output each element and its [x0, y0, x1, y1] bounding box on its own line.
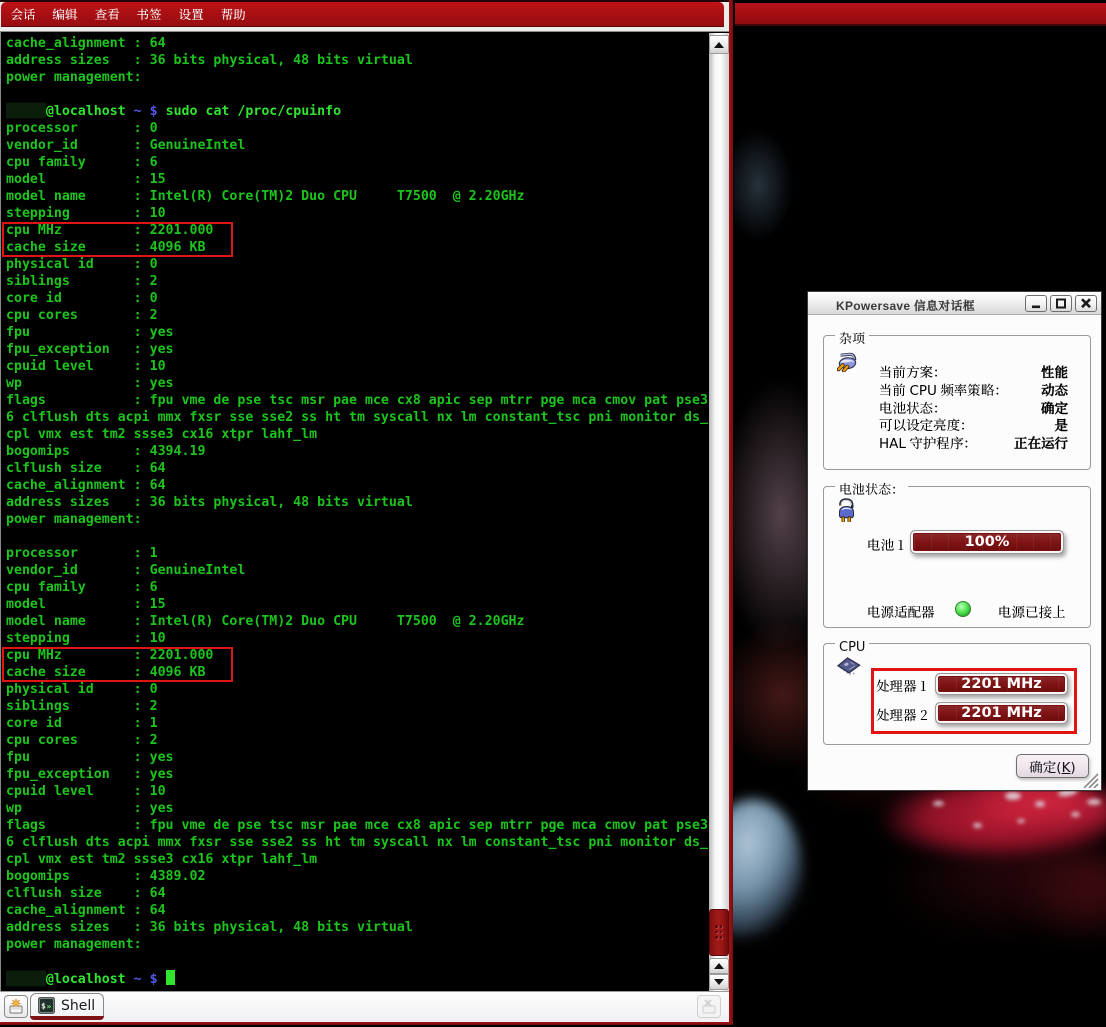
misc-row-label: HAL 守护程序：: [879, 432, 977, 452]
plug-icon: [837, 351, 859, 372]
group-battery-label: 电池状态：: [835, 479, 908, 498]
scrollbar-thumb[interactable]: [709, 909, 729, 956]
maximize-button[interactable]: [1050, 295, 1072, 312]
movie-speckle: [1005, 792, 1021, 800]
battery-percent: 100%: [911, 534, 1063, 550]
battery-1-label: 电池 1: [867, 534, 904, 554]
close-session-button[interactable]: [697, 995, 721, 1018]
new-session-button[interactable]: [4, 995, 28, 1018]
menu-item-3[interactable]: 查看: [86, 5, 128, 23]
close-session-icon: [700, 998, 718, 1016]
menu-item-1[interactable]: 会话: [2, 5, 44, 23]
misc-row-4: 可以设定亮度：是: [879, 415, 1068, 433]
misc-row-value: 正在运行: [1014, 432, 1068, 452]
misc-row-5: HAL 守护程序： 正在运行: [879, 433, 1068, 451]
kpowersave-dialog: KPowersave 信息对话框 杂项: [807, 291, 1102, 791]
movie-speckle: [933, 801, 944, 806]
terminal-tabbar: $ » Shell: [0, 991, 729, 1022]
movie-speckle: [973, 823, 982, 828]
group-misc-label: 杂项: [835, 328, 869, 347]
movie-speckle: [1087, 799, 1101, 805]
terminal-menubar: 会话编辑查看书签设置帮助: [1, 2, 724, 27]
terminal-icon: $ »: [38, 997, 55, 1014]
misc-row-1: 当前方案：性能: [879, 362, 1068, 380]
annotation-box-dialog-cpu: [871, 668, 1077, 734]
ok-button-label: 确定(K): [1029, 756, 1075, 776]
annotation-box-cpu1: [2, 647, 233, 682]
minimize-icon: [1030, 299, 1042, 309]
new-session-icon: [7, 998, 25, 1016]
tab-active-underline: [30, 1016, 104, 1020]
adapter-led-green: [955, 601, 971, 617]
terminal-cursor: [166, 970, 175, 985]
cpu-chip-icon: [837, 657, 861, 676]
tab-shell-label: Shell: [61, 998, 95, 1014]
terminal-output: cache_alignment : 64 address sizes : 36 …: [6, 35, 708, 988]
scroll-up-button-bottom[interactable]: [709, 958, 729, 974]
dialog-body: 杂项 当前方案：性能当前 CPU 频率策略：动态电池状态：确定可以设定亮度：是H…: [808, 316, 1101, 790]
misc-row-2: 当前 CPU 频率策略：动态: [879, 380, 1068, 398]
dialog-titlebar[interactable]: KPowersave 信息对话框: [808, 292, 1101, 315]
background-red-bar: [735, 3, 1106, 26]
movie-fade: [733, 930, 1106, 1027]
group-cpu-label: CPU: [835, 636, 869, 655]
terminal-bottom-border: [0, 1022, 733, 1025]
battery-progressbar: 100%: [910, 530, 1064, 554]
battery-plug-icon: [838, 498, 856, 522]
svg-text:$: $: [41, 1002, 46, 1011]
resize-grip[interactable]: [1082, 773, 1099, 788]
movie-speckle: [1071, 812, 1080, 817]
movie-speckle: [1035, 801, 1045, 807]
menu-item-4[interactable]: 书签: [128, 5, 170, 23]
annotation-box-cpu0: [2, 222, 233, 257]
scroll-down-button[interactable]: [709, 974, 729, 990]
scroll-up-button[interactable]: [709, 35, 729, 54]
svg-text:»: »: [47, 1002, 52, 1011]
tab-shell[interactable]: $ » Shell: [30, 993, 104, 1017]
terminal-right-border: [729, 0, 733, 1025]
maximize-icon: [1055, 298, 1067, 309]
close-icon: [1080, 298, 1092, 309]
ok-button[interactable]: 确定(K): [1016, 754, 1089, 778]
menu-item-6[interactable]: 帮助: [212, 5, 254, 23]
close-button[interactable]: [1075, 295, 1097, 312]
scrollbar-grip-dots: [715, 925, 724, 941]
dialog-title: KPowersave 信息对话框: [836, 297, 975, 314]
menu-item-5[interactable]: 设置: [170, 5, 212, 23]
group-battery: 电池状态： 电池 1 100% 电源适配器 电源已接上: [823, 486, 1091, 628]
misc-row-3: 电池状态：确定: [879, 398, 1068, 416]
menu-item-2[interactable]: 编辑: [44, 5, 86, 23]
minimize-button[interactable]: [1025, 295, 1047, 312]
adapter-label: 电源适配器: [867, 601, 935, 621]
misc-rows: 当前方案：性能当前 CPU 频率策略：动态电池状态：确定可以设定亮度：是HAL …: [879, 362, 1068, 451]
adapter-status: 电源已接上: [998, 601, 1066, 621]
terminal-window: 会话编辑查看书签设置帮助 cache_alignment : 64 addres…: [0, 0, 733, 1025]
terminal-screen[interactable]: cache_alignment : 64 address sizes : 36 …: [0, 31, 729, 991]
movie-speckle: [1017, 819, 1025, 823]
screen: 会话编辑查看书签设置帮助 cache_alignment : 64 addres…: [0, 0, 1106, 1027]
group-misc: 杂项 当前方案：性能当前 CPU 频率策略：动态电池状态：确定可以设定亮度：是H…: [823, 335, 1091, 470]
terminal-scrollbar[interactable]: [709, 33, 729, 991]
